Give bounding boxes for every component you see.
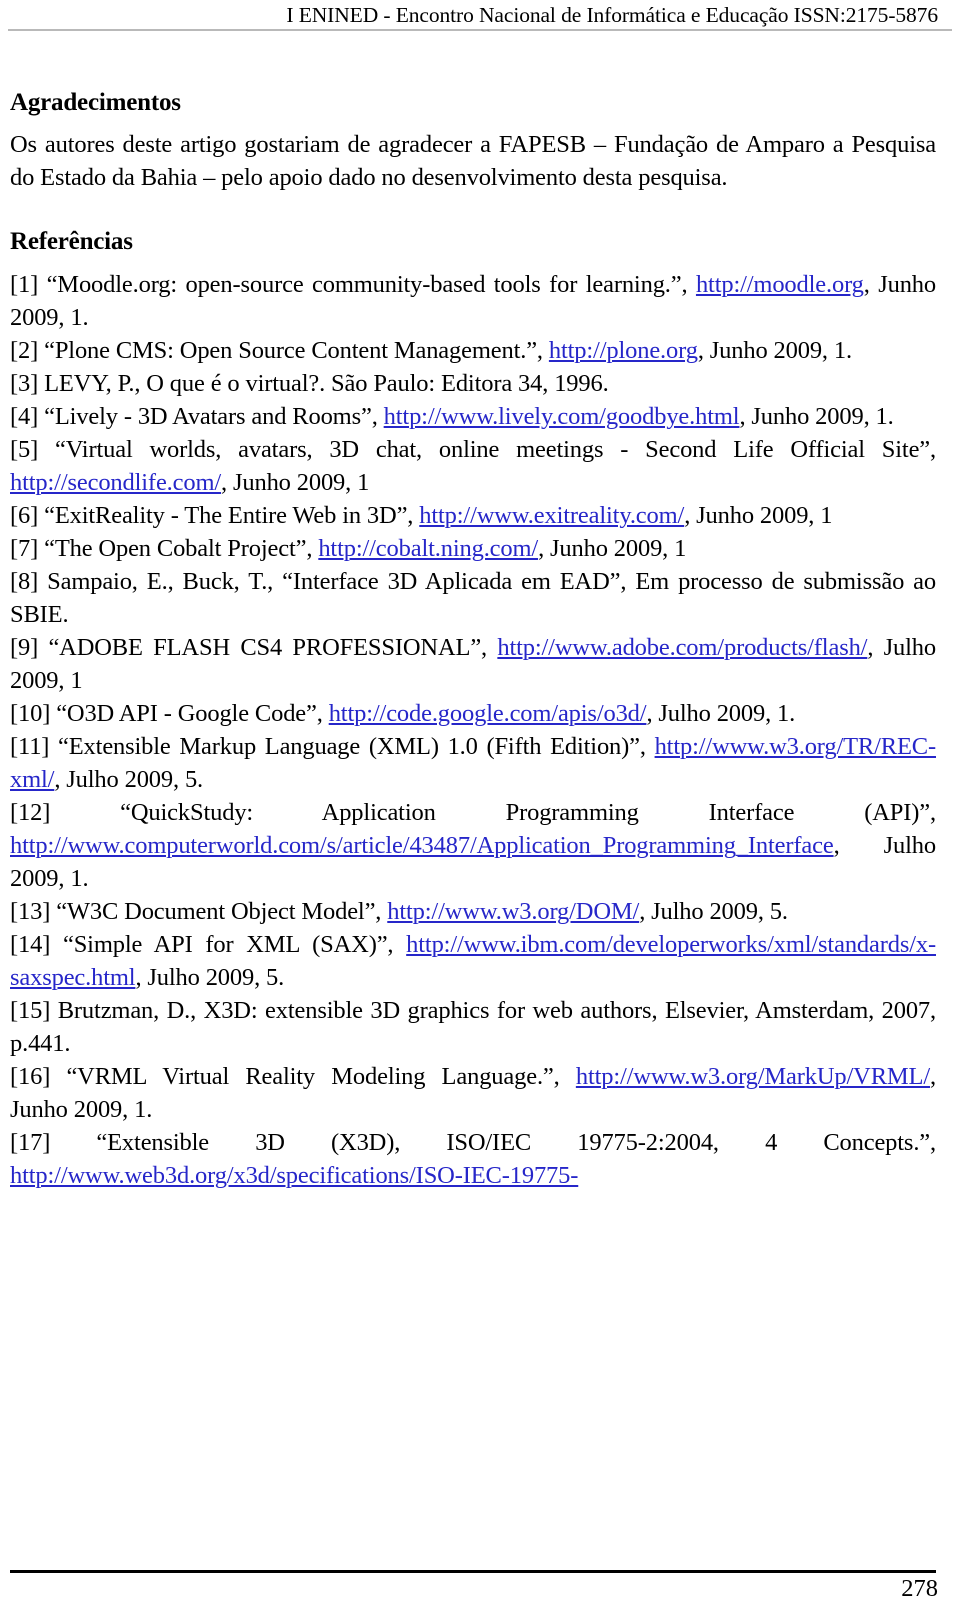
reference-text: [16] “VRML Virtual Reality Modeling Lang… [10, 1063, 576, 1090]
reference-entry: [15] Brutzman, D., X3D: extensible 3D gr… [10, 994, 936, 1060]
page-number: 278 [901, 1575, 938, 1602]
reference-text-tail: , Julho 2009, 5. [639, 898, 788, 925]
reference-entry: [17] “Extensible 3D (X3D), ISO/IEC 19775… [10, 1126, 936, 1192]
acknowledgements-heading: Agradecimentos [10, 89, 181, 116]
reference-text-tail: , Junho 2009, 1. [697, 337, 852, 364]
reference-link[interactable]: http://moodle.org [696, 271, 864, 298]
reference-text: [4] “Lively - 3D Avatars and Rooms”, [10, 403, 384, 430]
reference-link[interactable]: http://www.web3d.org/x3d/specifications/… [10, 1162, 578, 1189]
reference-link[interactable]: http://www.computerworld.com/s/article/4… [10, 832, 834, 859]
document-page: I ENINED - Encontro Nacional de Informát… [0, 0, 960, 1607]
reference-list: [1] “Moodle.org: open-source community-b… [10, 268, 936, 1192]
reference-entry: [14] “Simple API for XML (SAX)”, http://… [10, 928, 936, 994]
reference-text-tail: , Junho 2009, 1 [221, 469, 370, 496]
reference-text-tail: , Julho 2009, 5. [135, 964, 285, 991]
reference-entry: [4] “Lively - 3D Avatars and Rooms”, htt… [10, 400, 936, 433]
references-heading: Referências [10, 228, 133, 255]
reference-text: [3] LEVY, P., O que é o virtual?. São Pa… [10, 370, 609, 397]
reference-text: [17] “Extensible 3D (X3D), ISO/IEC 19775… [10, 1129, 936, 1156]
reference-text: [11] “Extensible Markup Language (XML) 1… [10, 733, 655, 760]
reference-entry: [10] “O3D API - Google Code”, http://cod… [10, 697, 936, 730]
reference-entry: [11] “Extensible Markup Language (XML) 1… [10, 730, 936, 796]
reference-text: [8] Sampaio, E., Buck, T., “Interface 3D… [10, 568, 936, 628]
reference-entry: [1] “Moodle.org: open-source community-b… [10, 268, 936, 334]
header-divider [8, 29, 952, 31]
reference-link[interactable]: http://secondlife.com/ [10, 469, 221, 496]
reference-text: [15] Brutzman, D., X3D: extensible 3D gr… [10, 997, 936, 1057]
reference-entry: [8] Sampaio, E., Buck, T., “Interface 3D… [10, 565, 936, 631]
reference-entry: [16] “VRML Virtual Reality Modeling Lang… [10, 1060, 936, 1126]
reference-entry: [7] “The Open Cobalt Project”, http://co… [10, 532, 936, 565]
reference-link[interactable]: http://www.lively.com/goodbye.html [384, 403, 740, 430]
reference-link[interactable]: http://www.w3.org/DOM/ [387, 898, 639, 925]
reference-text-tail: , Junho 2009, 1 [538, 535, 687, 562]
reference-text: [14] “Simple API for XML (SAX)”, [10, 931, 407, 958]
reference-text-tail: , Julho 2009, 1. [646, 700, 796, 727]
reference-text: [1] “Moodle.org: open-source community-b… [10, 271, 696, 298]
running-header-title: I ENINED - Encontro Nacional de Informát… [286, 3, 938, 27]
reference-text-tail: , Junho 2009, 1. [739, 403, 894, 430]
reference-text: [7] “The Open Cobalt Project”, [10, 535, 319, 562]
reference-link[interactable]: http://www.w3.org/MarkUp/VRML/ [576, 1063, 930, 1090]
reference-entry: [6] “ExitReality - The Entire Web in 3D”… [10, 499, 936, 532]
reference-link[interactable]: http://code.google.com/apis/o3d/ [329, 700, 647, 727]
footer-divider [10, 1570, 936, 1573]
reference-entry: [9] “ADOBE FLASH CS4 PROFESSIONAL”, http… [10, 631, 936, 697]
reference-link[interactable]: http://cobalt.ning.com/ [318, 535, 538, 562]
reference-entry: [12] “QuickStudy: Application Programmin… [10, 796, 936, 895]
document-body: Agradecimentos Os autores deste artigo g… [10, 88, 936, 1192]
reference-text: [5] “Virtual worlds, avatars, 3D chat, o… [10, 436, 936, 463]
reference-link[interactable]: http://www.exitreality.com/ [419, 502, 684, 529]
reference-text: [2] “Plone CMS: Open Source Content Mana… [10, 337, 549, 364]
reference-text: [12] “QuickStudy: Application Programmin… [10, 799, 936, 826]
reference-entry: [13] “W3C Document Object Model”, http:/… [10, 895, 936, 928]
reference-text: [13] “W3C Document Object Model”, [10, 898, 388, 925]
reference-text: [6] “ExitReality - The Entire Web in 3D”… [10, 502, 420, 529]
running-header: I ENINED - Encontro Nacional de Informát… [0, 0, 960, 29]
reference-text: [10] “O3D API - Google Code”, [10, 700, 329, 727]
reference-entry: [3] LEVY, P., O que é o virtual?. São Pa… [10, 367, 936, 400]
acknowledgements-paragraph: Os autores deste artigo gostariam de agr… [10, 131, 936, 191]
reference-link[interactable]: http://plone.org [549, 337, 698, 364]
reference-text-tail: , Julho 2009, 5. [54, 766, 204, 793]
reference-entry: [5] “Virtual worlds, avatars, 3D chat, o… [10, 433, 936, 499]
reference-text-tail: , Junho 2009, 1 [684, 502, 833, 529]
reference-entry: [2] “Plone CMS: Open Source Content Mana… [10, 334, 936, 367]
reference-text: [9] “ADOBE FLASH CS4 PROFESSIONAL”, [10, 634, 498, 661]
reference-link[interactable]: http://www.adobe.com/products/flash/ [497, 634, 867, 661]
